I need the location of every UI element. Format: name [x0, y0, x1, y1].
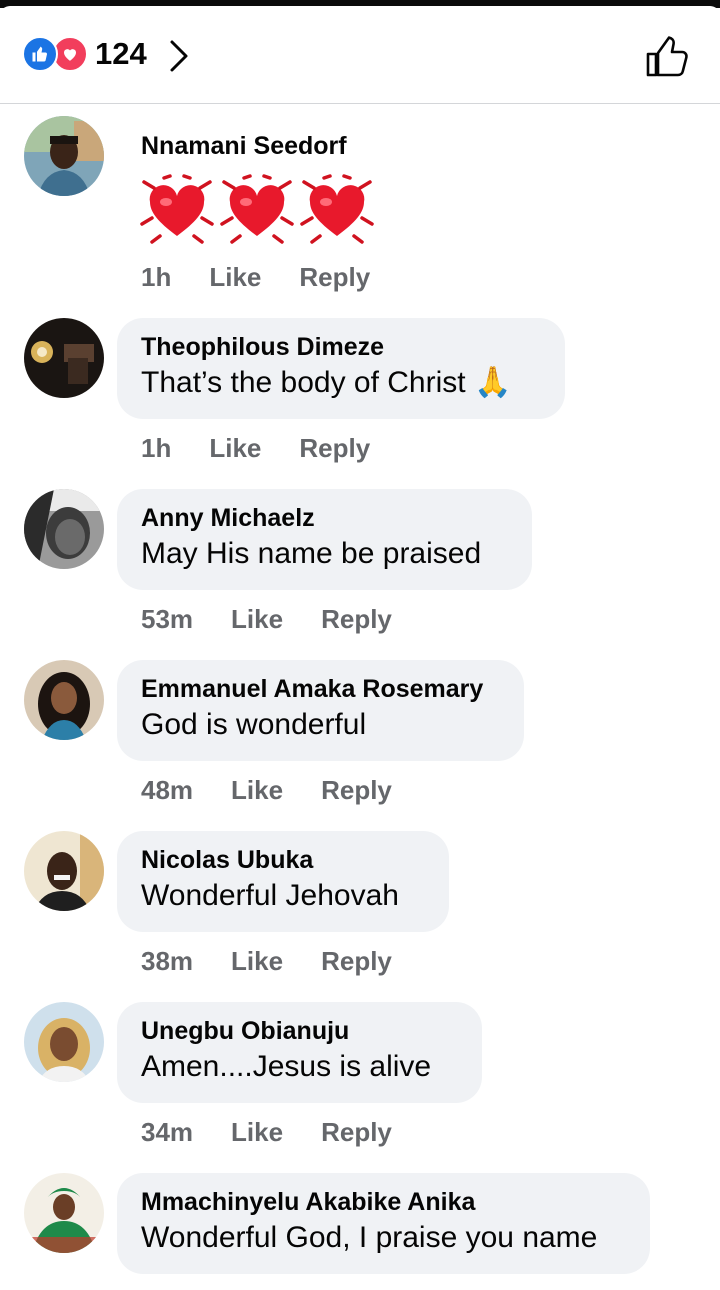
comment-meta: 38m Like Reply [141, 946, 392, 976]
reactions-header: 124 [0, 6, 720, 104]
comment-meta: 53m Like Reply [141, 604, 392, 634]
reply-link[interactable]: Reply [299, 262, 370, 292]
like-link[interactable]: Like [209, 433, 261, 463]
like-link[interactable]: Like [231, 946, 283, 976]
like-link[interactable]: Like [231, 775, 283, 805]
heart-icon [140, 174, 214, 244]
comment-text: Amen....Jesus is alive [141, 1050, 432, 1083]
comment-text: God is wonderful [141, 708, 367, 741]
comment-text: Wonderful Jehovah [141, 879, 399, 912]
reply-link[interactable]: Reply [321, 775, 392, 805]
comment-author[interactable]: Theophilous Dimeze [141, 331, 541, 363]
chevron-right-icon[interactable] [168, 38, 190, 79]
like-link[interactable]: Like [209, 262, 261, 292]
comment-bubble[interactable]: Theophilous Dimeze That’s the body of Ch… [117, 318, 565, 419]
like-link[interactable]: Like [231, 1117, 283, 1147]
comment-author[interactable]: Mmachinyelu Akabike Anika [141, 1186, 626, 1218]
avatar[interactable] [24, 318, 104, 398]
comment-author[interactable]: Nnamani Seedorf [141, 130, 347, 162]
avatar[interactable] [24, 116, 104, 196]
comment-text: May His name be praised [141, 537, 482, 570]
comment-time: 34m [141, 1117, 194, 1147]
comments-sheet: 124 Nnamani Seedorf 1h Like Reply Theoph… [0, 6, 720, 1290]
avatar[interactable] [24, 831, 104, 911]
reply-link[interactable]: Reply [321, 604, 392, 634]
comment-author[interactable]: Emmanuel Amaka Rosemary [141, 673, 500, 705]
comment-meta: 1h Like Reply [141, 433, 370, 463]
comment-text: Wonderful God, I praise you name [141, 1221, 598, 1254]
comment-meta: 48m Like Reply [141, 775, 392, 805]
comment-bubble[interactable]: Unegbu Obianuju Amen....Jesus is alive [117, 1002, 482, 1103]
reaction-count[interactable]: 124 [95, 36, 147, 72]
heart-icon [300, 174, 374, 244]
reply-link[interactable]: Reply [321, 946, 392, 976]
avatar[interactable] [24, 1173, 104, 1253]
comment-bubble[interactable]: Nicolas Ubuka Wonderful Jehovah [117, 831, 449, 932]
like-icon[interactable] [22, 36, 58, 72]
comment-time: 48m [141, 775, 194, 805]
comment-time: 1h [141, 262, 172, 292]
comment-time: 53m [141, 604, 194, 634]
heart-emoji-row [138, 172, 376, 252]
comment-author[interactable]: Nicolas Ubuka [141, 844, 425, 876]
avatar[interactable] [24, 1002, 104, 1082]
avatar[interactable] [24, 489, 104, 569]
comment-bubble[interactable]: Emmanuel Amaka Rosemary God is wonderful [117, 660, 524, 761]
reply-link[interactable]: Reply [321, 1117, 392, 1147]
comment-bubble[interactable]: Anny Michaelz May His name be praised [117, 489, 532, 590]
reply-link[interactable]: Reply [299, 433, 370, 463]
heart-icon [220, 174, 294, 244]
comment-time: 1h [141, 433, 172, 463]
comment-meta: 1h Like Reply [141, 262, 370, 292]
comment-text: That’s the body of Christ 🙏 [141, 366, 512, 399]
comment-time: 38m [141, 946, 194, 976]
like-link[interactable]: Like [231, 604, 283, 634]
comment-author[interactable]: Anny Michaelz [141, 502, 508, 534]
like-thumb-icon[interactable] [644, 34, 692, 83]
avatar[interactable] [24, 660, 104, 740]
comment-author[interactable]: Unegbu Obianuju [141, 1015, 458, 1047]
comment-meta: 34m Like Reply [141, 1117, 392, 1147]
comment-bubble[interactable]: Mmachinyelu Akabike Anika Wonderful God,… [117, 1173, 650, 1274]
